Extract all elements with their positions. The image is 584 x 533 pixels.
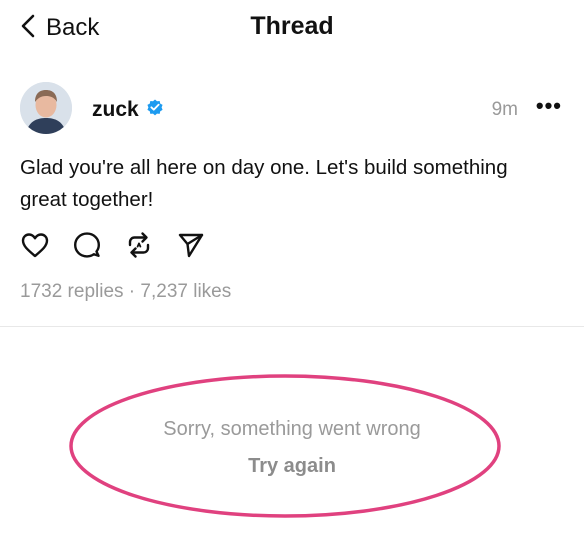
share-button[interactable] [176,230,206,260]
more-options-button[interactable]: ••• [536,93,562,119]
username[interactable]: zuck [92,98,139,122]
send-icon [176,230,206,260]
author-row: zuck [92,97,165,122]
try-again-button[interactable]: Try again [248,455,336,478]
post-text: Glad you're all here on day one. Let's b… [20,156,508,211]
error-message: Sorry, something went wrong [163,418,421,440]
heart-icon [20,230,50,260]
repost-button[interactable] [124,230,154,260]
post-time: 9m [491,99,518,120]
header: Back Thread [0,0,584,56]
like-button[interactable] [20,230,50,260]
action-bar [20,230,228,260]
divider [0,326,584,327]
repost-icon [124,230,154,260]
avatar[interactable] [20,82,72,134]
error-state: Sorry, something went wrong Try again [0,418,584,478]
post-stats[interactable]: 1732 replies · 7,237 likes [20,281,231,303]
page-title: Thread [250,12,334,40]
verified-badge-icon [139,97,165,122]
reply-button[interactable] [72,230,102,260]
comment-icon [72,230,102,260]
